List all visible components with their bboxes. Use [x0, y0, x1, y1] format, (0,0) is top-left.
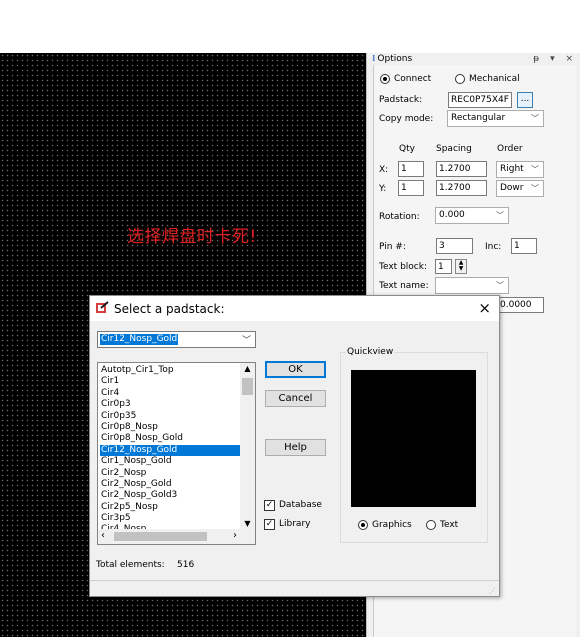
text-name-label: Text name:	[379, 281, 429, 291]
chevron-down-icon: ﹀	[496, 211, 504, 220]
rotation-label: Rotation:	[379, 212, 420, 222]
copy-mode-value: Rectangular	[451, 113, 506, 123]
scroll-down-icon[interactable]: ▼	[240, 519, 255, 528]
ok-button[interactable]: OK	[265, 361, 326, 378]
padstack-field[interactable]: REC0P75X4F	[448, 92, 512, 108]
list-item[interactable]: Autotp_Cir1_Top	[100, 365, 240, 376]
list-vertical-scrollbar[interactable]: ▲ ▼	[240, 363, 255, 530]
text-block-spinner[interactable]: ▲ ▼	[455, 259, 467, 274]
list-item[interactable]: Cir2_Nosp	[100, 468, 240, 479]
options-panel-header: ⁞ Options ᵽ ▾ ×	[372, 53, 580, 65]
pin-field[interactable]: 3	[436, 238, 473, 254]
copy-mode-select[interactable]: Rectangular ﹀	[447, 110, 544, 127]
library-label: Library	[279, 519, 311, 529]
browse-padstack-button[interactable]: ...	[517, 92, 533, 108]
hscroll-thumb[interactable]	[114, 532, 207, 541]
select-padstack-dialog: Select a padstack: × Cir12_Nosp_Gold ﹀ A…	[89, 295, 500, 597]
list-item[interactable]: Cir2_Nosp_Gold3	[100, 490, 240, 501]
drag-grip-icon[interactable]: ⁞	[372, 54, 375, 64]
inc-field[interactable]: 1	[511, 238, 537, 254]
text-label: Text	[440, 520, 459, 530]
copy-mode-label: Copy mode:	[379, 114, 434, 124]
app-icon	[96, 301, 109, 313]
database-label: Database	[279, 500, 322, 510]
list-item[interactable]: Cir4	[100, 388, 240, 399]
chevron-down-icon: ﹀	[496, 281, 504, 290]
quickview-preview	[351, 370, 476, 507]
chevron-down-icon: ﹀	[531, 165, 539, 174]
library-checkbox[interactable]: ✓	[264, 519, 275, 530]
list-item[interactable]: Cir1	[100, 376, 240, 387]
qty-header: Qty	[399, 144, 415, 154]
inc-label: Inc:	[485, 242, 502, 252]
list-horizontal-scrollbar[interactable]: ‹ ›	[98, 529, 255, 544]
canvas-annotation: 选择焊盘时卡死!	[127, 227, 257, 247]
padstack-combo-value[interactable]: Cir12_Nosp_Gold	[100, 334, 179, 345]
help-button[interactable]: Help	[265, 439, 326, 456]
spacing-header: Spacing	[436, 144, 472, 154]
list-item[interactable]: Cir0p3	[100, 399, 240, 410]
list-item[interactable]: Cir0p35	[100, 411, 240, 422]
options-title: Options	[377, 54, 413, 64]
cancel-button[interactable]: Cancel	[265, 390, 326, 407]
padstack-list[interactable]: Autotp_Cir1_Top Cir1 Cir4 Cir0p3 Cir0p35 Cir0…	[97, 362, 256, 545]
chevron-down-icon: ﹀	[531, 184, 539, 193]
chevron-down-icon[interactable]: ﹀	[242, 333, 251, 346]
x-qty-field[interactable]: 1	[398, 161, 424, 177]
list-item[interactable]: Cir12_Nosp_Gold	[100, 444, 240, 457]
dialog-titlebar[interactable]: Select a padstack: ×	[90, 296, 499, 321]
pin-label: Pin #:	[379, 242, 406, 252]
chevron-down-icon: ﹀	[531, 114, 539, 123]
y-order-value: Dowr	[500, 183, 524, 193]
scroll-thumb[interactable]	[242, 378, 253, 395]
x-order-select[interactable]: Right ﹀	[496, 161, 544, 178]
list-item[interactable]: Cir1_Nosp_Gold	[100, 456, 240, 467]
padstack-combo[interactable]: Cir12_Nosp_Gold ﹀	[97, 331, 256, 348]
y-label: Y:	[379, 184, 387, 194]
text-name-select[interactable]: ﹀	[435, 277, 509, 294]
resize-grip-icon[interactable]: ⋰	[489, 587, 496, 595]
list-item[interactable]: Cir2p5_Nosp	[100, 502, 240, 513]
close-icon[interactable]: ×	[478, 299, 491, 317]
total-elements-value: 516	[177, 560, 195, 570]
scroll-up-icon[interactable]: ▲	[240, 364, 255, 373]
total-elements-label: Total elements:	[96, 560, 165, 570]
x-spacing-field[interactable]: 1.2700	[436, 161, 487, 177]
x-label: X:	[379, 165, 389, 175]
database-checkbox[interactable]: ✓	[264, 500, 275, 511]
text-block-field[interactable]: 1	[435, 259, 452, 274]
x-order-value: Right	[500, 164, 524, 174]
scroll-left-icon[interactable]: ‹	[101, 530, 105, 541]
y-order-select[interactable]: Dowr ﹀	[496, 180, 544, 197]
connect-radio[interactable]	[380, 74, 390, 84]
partial-field[interactable]: 0.0000	[497, 297, 544, 313]
scroll-right-icon[interactable]: ›	[233, 530, 237, 541]
list-item[interactable]: Cir0p8_Nosp_Gold	[100, 433, 240, 444]
panel-window-buttons[interactable]: ᵽ ▾ ×	[533, 53, 577, 65]
text-radio[interactable]	[426, 520, 436, 530]
list-item[interactable]: Cir0p8_Nosp	[100, 422, 240, 433]
dialog-title: Select a padstack:	[114, 302, 225, 316]
list-item[interactable]: Cir2_Nosp_Gold	[100, 479, 240, 490]
mechanical-label: Mechanical	[469, 74, 520, 84]
padstack-label: Padstack:	[379, 95, 423, 105]
dialog-status-bar: ⋰	[90, 580, 499, 597]
rotation-select[interactable]: 0.000 ﹀	[435, 207, 509, 224]
mechanical-radio[interactable]	[455, 74, 465, 84]
order-header: Order	[497, 144, 523, 154]
graphics-radio[interactable]	[358, 520, 368, 530]
quickview-label: Quickview	[346, 347, 395, 357]
text-block-label: Text block:	[379, 262, 427, 272]
y-spacing-field[interactable]: 1.2700	[436, 180, 487, 196]
rotation-value: 0.000	[439, 210, 465, 220]
graphics-label: Graphics	[372, 520, 412, 530]
padstack-items: Autotp_Cir1_Top Cir1 Cir4 Cir0p3 Cir0p35 Cir0…	[100, 365, 240, 536]
list-item[interactable]: Cir3p5	[100, 513, 240, 524]
connect-label: Connect	[394, 74, 432, 84]
y-qty-field[interactable]: 1	[398, 180, 424, 196]
